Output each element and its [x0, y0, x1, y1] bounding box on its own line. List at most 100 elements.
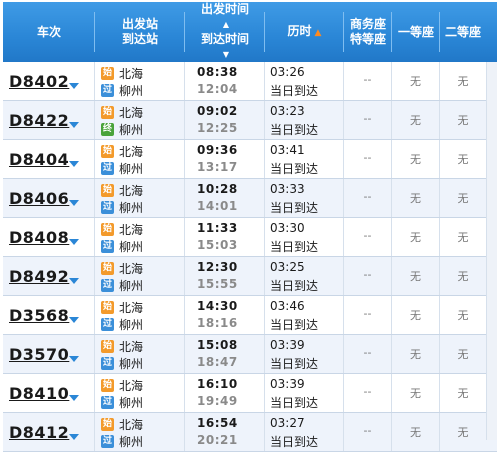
table-row[interactable]: D8404 始 北海 过 柳州 09:36 13:17 03:41 当日到达 -…	[3, 140, 497, 179]
to-station: 柳州	[119, 356, 144, 371]
business-seat-value: --	[363, 229, 372, 242]
to-station-badge: 过	[101, 200, 114, 214]
business-seat-value: --	[363, 190, 372, 203]
table-row[interactable]: D3568 始 北海 过 柳州 14:30 18:16 03:46 当日到达 -…	[3, 296, 497, 335]
time-cell: 09:02 12:25	[185, 101, 265, 139]
time-cell: 08:38 12:04	[185, 62, 265, 100]
sort-active-icon: ▲	[314, 27, 322, 38]
table-row[interactable]: D8406 始 北海 过 柳州 10:28 14:01 03:33 当日到达 -…	[3, 179, 497, 218]
train-number-link[interactable]: D8422	[9, 111, 69, 130]
arrival-note: 当日到达	[270, 84, 319, 98]
arrival-time: 19:49	[197, 394, 238, 408]
first-class-cell: 无	[392, 218, 440, 256]
to-station: 柳州	[119, 161, 144, 176]
to-station: 柳州	[119, 122, 144, 137]
business-seat-value: --	[363, 112, 372, 125]
train-cell: D8422	[3, 101, 95, 139]
arrival-note: 当日到达	[270, 318, 319, 332]
business-seat-cell: --	[344, 374, 392, 412]
first-class-value: 无	[410, 387, 421, 400]
chevron-down-icon[interactable]	[69, 434, 79, 440]
header-business-2: 特等座	[349, 32, 386, 46]
business-seat-cell: --	[344, 62, 392, 100]
train-number-link[interactable]: D8402	[9, 72, 69, 91]
arrival-note: 当日到达	[270, 279, 319, 293]
departure-time: 16:54	[197, 416, 238, 430]
header-business-1: 商务座	[349, 17, 386, 31]
first-class-value: 无	[410, 75, 421, 88]
station-cell: 始 北海 过 柳州	[95, 218, 185, 256]
chevron-down-icon[interactable]	[69, 239, 79, 245]
duration: 03:25	[270, 260, 305, 274]
duration-cell: 03:33 当日到达	[265, 179, 344, 217]
table-scroll-edge	[486, 62, 497, 440]
to-station-badge: 过	[101, 434, 114, 448]
duration-cell: 03:30 当日到达	[265, 218, 344, 256]
second-class-cell: 无	[440, 179, 486, 217]
chevron-down-icon[interactable]	[69, 83, 79, 89]
second-class-cell: 无	[440, 101, 486, 139]
arrival-time: 13:17	[197, 160, 238, 174]
from-station: 北海	[119, 339, 144, 354]
train-number-link[interactable]: D8408	[9, 228, 69, 247]
duration-cell: 03:41 当日到达	[265, 140, 344, 178]
departure-time: 16:10	[197, 377, 238, 391]
duration: 03:39	[270, 338, 305, 352]
train-number-link[interactable]: D8412	[9, 423, 69, 442]
time-cell: 11:33 15:03	[185, 218, 265, 256]
train-cell: D8492	[3, 257, 95, 295]
arrival-note: 当日到达	[270, 396, 319, 410]
to-station: 柳州	[119, 200, 144, 215]
header-first-label: 一等座	[397, 24, 434, 39]
business-seat-value: --	[363, 268, 372, 281]
station-cell: 始 北海 过 柳州	[95, 257, 185, 295]
time-cell: 09:36 13:17	[185, 140, 265, 178]
train-results-table: 车次 出发站 到达站 出发时间 ▲ 到达时间 ▼ 历时 ▲ 商务座 特等座 一等座 二…	[3, 2, 497, 452]
header-train[interactable]: 车次	[3, 2, 95, 62]
start-station-badge: 始	[101, 222, 114, 236]
train-number-link[interactable]: D8404	[9, 150, 69, 169]
second-class-cell: 无	[440, 62, 486, 100]
header-arr-time[interactable]: 到达时间 ▼	[201, 32, 249, 62]
chevron-down-icon[interactable]	[69, 317, 79, 323]
header-dep-time[interactable]: 出发时间 ▲	[201, 2, 249, 32]
departure-time: 11:33	[197, 221, 238, 235]
chevron-down-icon[interactable]	[69, 200, 79, 206]
train-cell: D8412	[3, 413, 95, 451]
header-second-class: 二等座	[440, 2, 486, 62]
arrival-time: 14:01	[197, 199, 238, 213]
second-class-cell: 无	[440, 296, 486, 334]
from-station: 北海	[119, 300, 144, 315]
train-number-link[interactable]: D3570	[9, 345, 69, 364]
table-row[interactable]: D8412 始 北海 过 柳州 16:54 20:21 03:27 当日到达 -…	[3, 413, 497, 452]
business-seat-cell: --	[344, 335, 392, 373]
train-number-link[interactable]: D8406	[9, 189, 69, 208]
train-number-link[interactable]: D8492	[9, 267, 69, 286]
chevron-down-icon[interactable]	[69, 395, 79, 401]
table-row[interactable]: D3570 始 北海 过 柳州 15:08 18:47 03:39 当日到达 -…	[3, 335, 497, 374]
table-row[interactable]: D8402 始 北海 过 柳州 08:38 12:04 03:26 当日到达 -…	[3, 62, 497, 101]
from-station: 北海	[119, 183, 144, 198]
business-seat-value: --	[363, 151, 372, 164]
chevron-down-icon[interactable]	[69, 122, 79, 128]
to-station-badge: 过	[101, 395, 114, 409]
start-station-badge: 始	[101, 144, 114, 158]
table-row[interactable]: D8492 始 北海 过 柳州 12:30 15:55 03:25 当日到达 -…	[3, 257, 497, 296]
business-seat-cell: --	[344, 413, 392, 451]
duration: 03:33	[270, 182, 305, 196]
chevron-down-icon[interactable]	[69, 356, 79, 362]
chevron-down-icon[interactable]	[69, 161, 79, 167]
header-dep-time-label: 出发时间	[200, 2, 249, 16]
table-row[interactable]: D8408 始 北海 过 柳州 11:33 15:03 03:30 当日到达 -…	[3, 218, 497, 257]
table-row[interactable]: D8410 始 北海 过 柳州 16:10 19:49 03:39 当日到达 -…	[3, 374, 497, 413]
station-cell: 始 北海 过 柳州	[95, 62, 185, 100]
train-cell: D3568	[3, 296, 95, 334]
table-row[interactable]: D8422 始 北海 终 柳州 09:02 12:25 03:23 当日到达 -…	[3, 101, 497, 140]
train-number-link[interactable]: D3568	[9, 306, 69, 325]
second-class-value: 无	[457, 270, 469, 283]
train-cell: D8410	[3, 374, 95, 412]
chevron-down-icon[interactable]	[69, 278, 79, 284]
train-cell: D8402	[3, 62, 95, 100]
header-duration[interactable]: 历时 ▲	[265, 2, 344, 62]
train-number-link[interactable]: D8410	[9, 384, 69, 403]
